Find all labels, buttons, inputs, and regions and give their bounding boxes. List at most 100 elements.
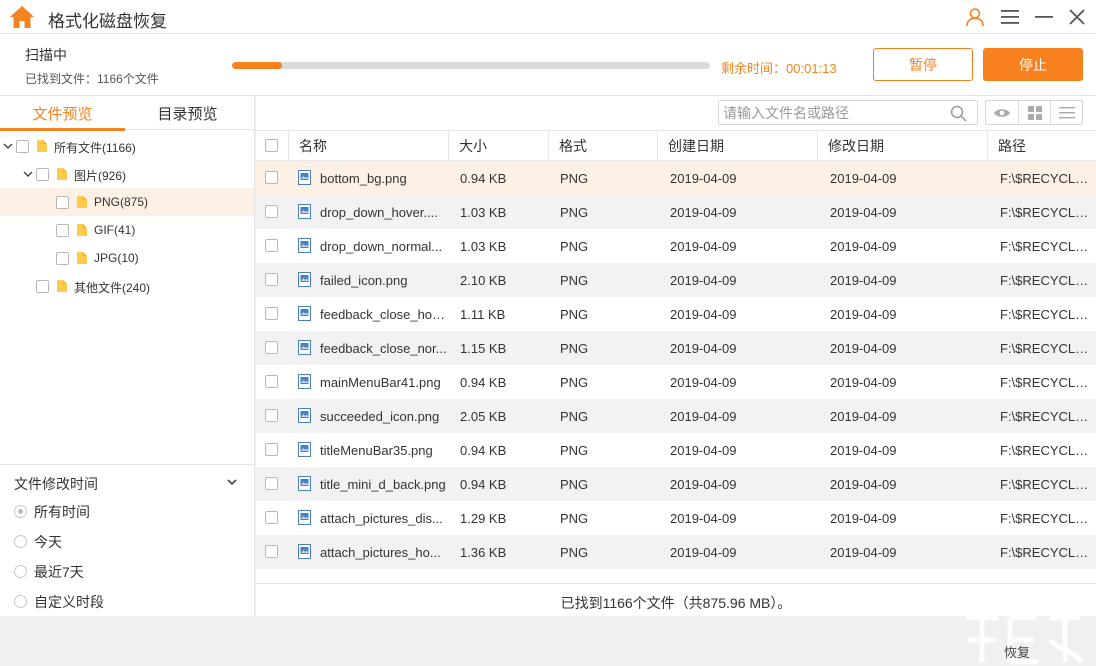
row-checkbox[interactable] [265,477,278,490]
cell-format: PNG [560,477,589,492]
tree-item[interactable]: GIF(41) [0,216,254,244]
tab-file-preview[interactable]: 文件预览 [0,96,125,131]
radio-button[interactable] [14,535,27,548]
cell-modified: 2019-04-09 [830,477,897,492]
tree-item[interactable]: PNG(875) [0,188,254,216]
cell-size: 1.03 KB [460,239,507,254]
image-file-icon [298,238,311,253]
list-view-button[interactable] [1050,101,1082,124]
table-row[interactable]: title_mini_d_back.png 0.94 KB PNG 2019-04-0… [256,467,1096,501]
row-checkbox[interactable] [265,307,278,320]
column-header-format[interactable]: 格式 [549,131,658,161]
user-button[interactable] [963,5,987,29]
tab-directory-preview[interactable]: 目录预览 [125,96,250,130]
tree-item-label: 图片(926) [74,169,127,183]
cell-name: succeeded_icon.png [320,409,440,424]
cell-size: 2.10 KB [460,273,507,288]
modified-time-filter: 文件修改时间 所有时间 今天 最近7天 自定义时段 [0,464,254,616]
caret-down-icon[interactable] [23,169,33,179]
column-header-created[interactable]: 创建日期 [658,131,818,161]
preview-toggle-button[interactable] [986,101,1018,124]
stop-button[interactable]: 停止 [983,48,1083,81]
table-row[interactable]: succeeded_icon.png 2.05 KB PNG 2019-04-09 20… [256,399,1096,433]
chevron-down-icon[interactable] [226,477,238,487]
image-file-icon [298,340,311,355]
menu-button[interactable] [998,5,1022,29]
cell-created: 2019-04-09 [670,511,737,526]
image-file-icon [298,272,311,287]
column-header-size[interactable]: 大小 [449,131,549,161]
row-checkbox[interactable] [265,273,278,286]
tree-item-label: PNG(875) [94,195,149,209]
search-box [718,100,978,125]
tree-item-label: 其他文件(240) [74,281,151,295]
tree-checkbox[interactable] [56,224,69,237]
right-panel: 名称 大小 格式 创建日期 修改日期 路径 bottom_bg.png 0.94 … [256,96,1096,616]
tree-item[interactable]: JPG(10) [0,244,254,272]
minimize-button[interactable] [1032,5,1056,29]
row-checkbox[interactable] [265,171,278,184]
cell-size: 1.03 KB [460,205,507,220]
column-header-name[interactable]: 名称 [289,131,449,161]
row-checkbox[interactable] [265,409,278,422]
search-icon[interactable] [950,105,967,122]
pause-button[interactable]: 暂停 [873,48,973,81]
table-row[interactable]: bottom_bg.png 0.94 KB PNG 2019-04-09 2019-04… [256,161,1096,195]
folder-icon [77,252,87,264]
row-checkbox[interactable] [265,443,278,456]
search-input[interactable] [723,103,947,122]
select-all-checkbox[interactable] [265,139,278,152]
table-row[interactable]: feedback_close_hov... 1.11 KB PNG 2019-04-0… [256,297,1096,331]
cell-format: PNG [560,409,589,424]
row-checkbox[interactable] [265,511,278,524]
tree-item[interactable]: 其他文件(240) [0,272,254,300]
radio-button[interactable] [14,565,27,578]
table-row[interactable]: drop_down_hover.... 1.03 KB PNG 2019-04-09 2… [256,195,1096,229]
cell-name: titleMenuBar35.png [320,443,433,458]
table-row[interactable]: mainMenuBar41.png 0.94 KB PNG 2019-04-09 201… [256,365,1096,399]
table-row[interactable]: attach_pictures_dis... 1.29 KB PNG 2019-04-… [256,501,1096,535]
radio-button[interactable] [14,505,27,518]
tree-checkbox[interactable] [16,140,29,153]
grid-view-button[interactable] [1018,101,1050,124]
table-row[interactable]: attach_pictures_ho... 1.36 KB PNG 2019-04-0… [256,535,1096,569]
image-file-icon [298,408,311,423]
cell-created: 2019-04-09 [670,409,737,424]
table-row[interactable]: titleMenuBar35.png 0.94 KB PNG 2019-04-09 20… [256,433,1096,467]
row-checkbox[interactable] [265,239,278,252]
close-button[interactable] [1065,5,1089,29]
tree-item[interactable]: 所有文件(1166) [0,132,254,160]
menu-icon [1001,10,1019,24]
cell-format: PNG [560,511,589,526]
cell-size: 0.94 KB [460,443,507,458]
row-checkbox[interactable] [265,545,278,558]
column-header-modified[interactable]: 修改日期 [818,131,988,161]
cell-name: failed_icon.png [320,273,408,288]
tree-checkbox[interactable] [56,252,69,265]
row-checkbox[interactable] [265,205,278,218]
cell-created: 2019-04-09 [670,205,737,220]
home-icon[interactable] [9,5,35,29]
cell-modified: 2019-04-09 [830,511,897,526]
cell-name: attach_pictures_ho... [320,545,441,560]
tree-checkbox[interactable] [36,168,49,181]
row-checkbox[interactable] [265,341,278,354]
image-file-icon [298,476,311,491]
view-mode-group [985,100,1083,125]
caret-down-icon[interactable] [3,141,13,151]
table-row[interactable]: failed_icon.png 2.10 KB PNG 2019-04-09 2019-… [256,263,1096,297]
row-checkbox[interactable] [265,375,278,388]
tree-item-label: 所有文件(1166) [54,141,136,155]
cell-modified: 2019-04-09 [830,239,897,254]
tree-checkbox[interactable] [56,196,69,209]
radio-button[interactable] [14,595,27,608]
column-header-path[interactable]: 路径 [988,131,1096,161]
tree-checkbox[interactable] [36,280,49,293]
eye-icon [994,108,1010,117]
cell-modified: 2019-04-09 [830,375,897,390]
table-row[interactable]: feedback_close_nor... 1.15 KB PNG 2019-04-0… [256,331,1096,365]
cell-path: F:\$RECYCLE.... [1000,375,1092,390]
table-row[interactable]: drop_down_normal... 1.03 KB PNG 2019-04-09 2… [256,229,1096,263]
cell-created: 2019-04-09 [670,375,737,390]
tree-item[interactable]: 图片(926) [0,160,254,188]
